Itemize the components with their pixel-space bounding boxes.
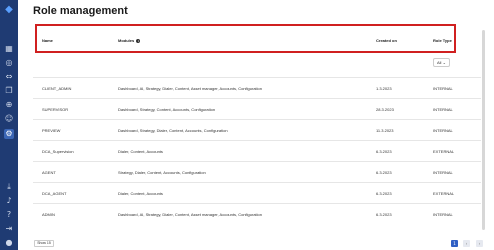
download-icon[interactable]: ⤓ xyxy=(4,182,14,192)
role-type-filter[interactable]: All ⌄ xyxy=(433,58,450,67)
cell-name: ADMIN xyxy=(42,212,55,217)
cell-created-on: 28.3.2023 xyxy=(376,107,394,112)
next-page-icon[interactable]: › xyxy=(476,240,483,247)
scrollbar[interactable] xyxy=(482,30,485,230)
cell-created-on: 6.3.2023 xyxy=(376,191,392,196)
globe-icon[interactable]: ◎ xyxy=(4,58,14,68)
table-row[interactable]: ADMIN Dashboard, AI, Strategy, Dialer, C… xyxy=(33,203,481,225)
cell-name: PREVIEW xyxy=(42,128,61,133)
cell-modules: Dialer, Content, Accounts xyxy=(118,149,163,154)
web-icon[interactable]: ⊕ xyxy=(4,100,14,110)
role-type-filter-value: All xyxy=(437,60,442,65)
cell-name: AGENT xyxy=(42,170,56,175)
cell-modules: Dashboard, Strategy, Content, Accounts, … xyxy=(118,107,216,112)
logout-icon[interactable]: ⇥ xyxy=(4,224,14,234)
info-icon[interactable]: i xyxy=(136,38,141,43)
table-row[interactable]: PREVIEW Dashboard, Strategy, Dialer, Con… xyxy=(33,119,481,141)
cell-role-type: INTERNAL xyxy=(433,107,453,112)
cell-created-on: 6.3.2023 xyxy=(376,212,392,217)
table-row[interactable]: AGENT Strategy, Dialer, Content, Account… xyxy=(33,161,481,183)
cell-role-type: INTERNAL xyxy=(433,212,453,217)
app-logo-icon[interactable]: ◆ xyxy=(3,4,15,16)
cell-created-on: 6.3.2023 xyxy=(376,149,392,154)
bell-icon[interactable]: ♪ xyxy=(4,196,14,206)
cell-name: SUPERVISOR xyxy=(42,107,69,112)
cell-modules: Dashboard, AI, Strategy, Dialer, Content… xyxy=(118,86,263,91)
column-header-modules-label: Modules xyxy=(118,38,135,43)
cell-role-type: EXTERNAL xyxy=(433,149,455,154)
cell-role-type: INTERNAL xyxy=(433,128,453,133)
cell-modules: Dashboard, AI, Strategy, Dialer, Content… xyxy=(118,212,263,217)
column-header-modules[interactable]: Modules i xyxy=(118,38,141,43)
cell-name: CLIENT_ADMIN xyxy=(42,86,72,91)
help-icon[interactable]: ? xyxy=(4,210,14,220)
chevron-down-icon: ⌄ xyxy=(442,60,446,65)
users-icon[interactable]: ☺ xyxy=(4,114,14,124)
profile-icon[interactable]: ● xyxy=(4,238,14,248)
sidebar: ◆ ▦ ◎ ⇔ ❐ ⊕ ☺ ⚙ ⤓ ♪ ? ⇥ ● xyxy=(0,0,18,250)
cell-modules: Dialer, Content, Accounts xyxy=(118,191,163,196)
cell-modules: Strategy, Dialer, Content, Accounts, Con… xyxy=(118,170,206,175)
cell-created-on: 11.3.2023 xyxy=(376,128,394,133)
cell-role-type: INTERNAL xyxy=(433,170,453,175)
page-1-button[interactable]: 1 xyxy=(451,240,458,247)
settings-icon[interactable]: ⚙ xyxy=(4,129,14,139)
prev-page-icon[interactable]: ‹ xyxy=(463,240,470,247)
column-header-name[interactable]: Name xyxy=(42,38,53,43)
cell-created-on: 1.3.2023 xyxy=(376,86,392,91)
cell-name: DCA_Supervision xyxy=(42,149,74,154)
cell-name: DCA_AGENT xyxy=(42,191,67,196)
arrows-icon[interactable]: ⇔ xyxy=(4,72,14,82)
dashboard-icon[interactable]: ▦ xyxy=(4,44,14,54)
table-row[interactable]: CLIENT_ADMIN Dashboard, AI, Strategy, Di… xyxy=(33,77,481,99)
page-size-select[interactable]: Show 15 xyxy=(34,240,54,247)
cell-created-on: 6.3.2023 xyxy=(376,170,392,175)
copy-icon[interactable]: ❐ xyxy=(4,86,14,96)
table-row[interactable]: DCA_AGENT Dialer, Content, Accounts 6.3.… xyxy=(33,182,481,204)
page-title: Role management xyxy=(33,5,128,17)
table-row[interactable]: DCA_Supervision Dialer, Content, Account… xyxy=(33,140,481,162)
column-header-role-type[interactable]: Role Type xyxy=(433,38,452,43)
column-header-created-on[interactable]: Created on xyxy=(376,38,397,43)
cell-role-type: INTERNAL xyxy=(433,86,453,91)
cell-role-type: EXTERNAL xyxy=(433,191,455,196)
table-row[interactable]: SUPERVISOR Dashboard, Strategy, Content,… xyxy=(33,98,481,120)
cell-modules: Dashboard, Strategy, Dialer, Content, Ac… xyxy=(118,128,228,133)
